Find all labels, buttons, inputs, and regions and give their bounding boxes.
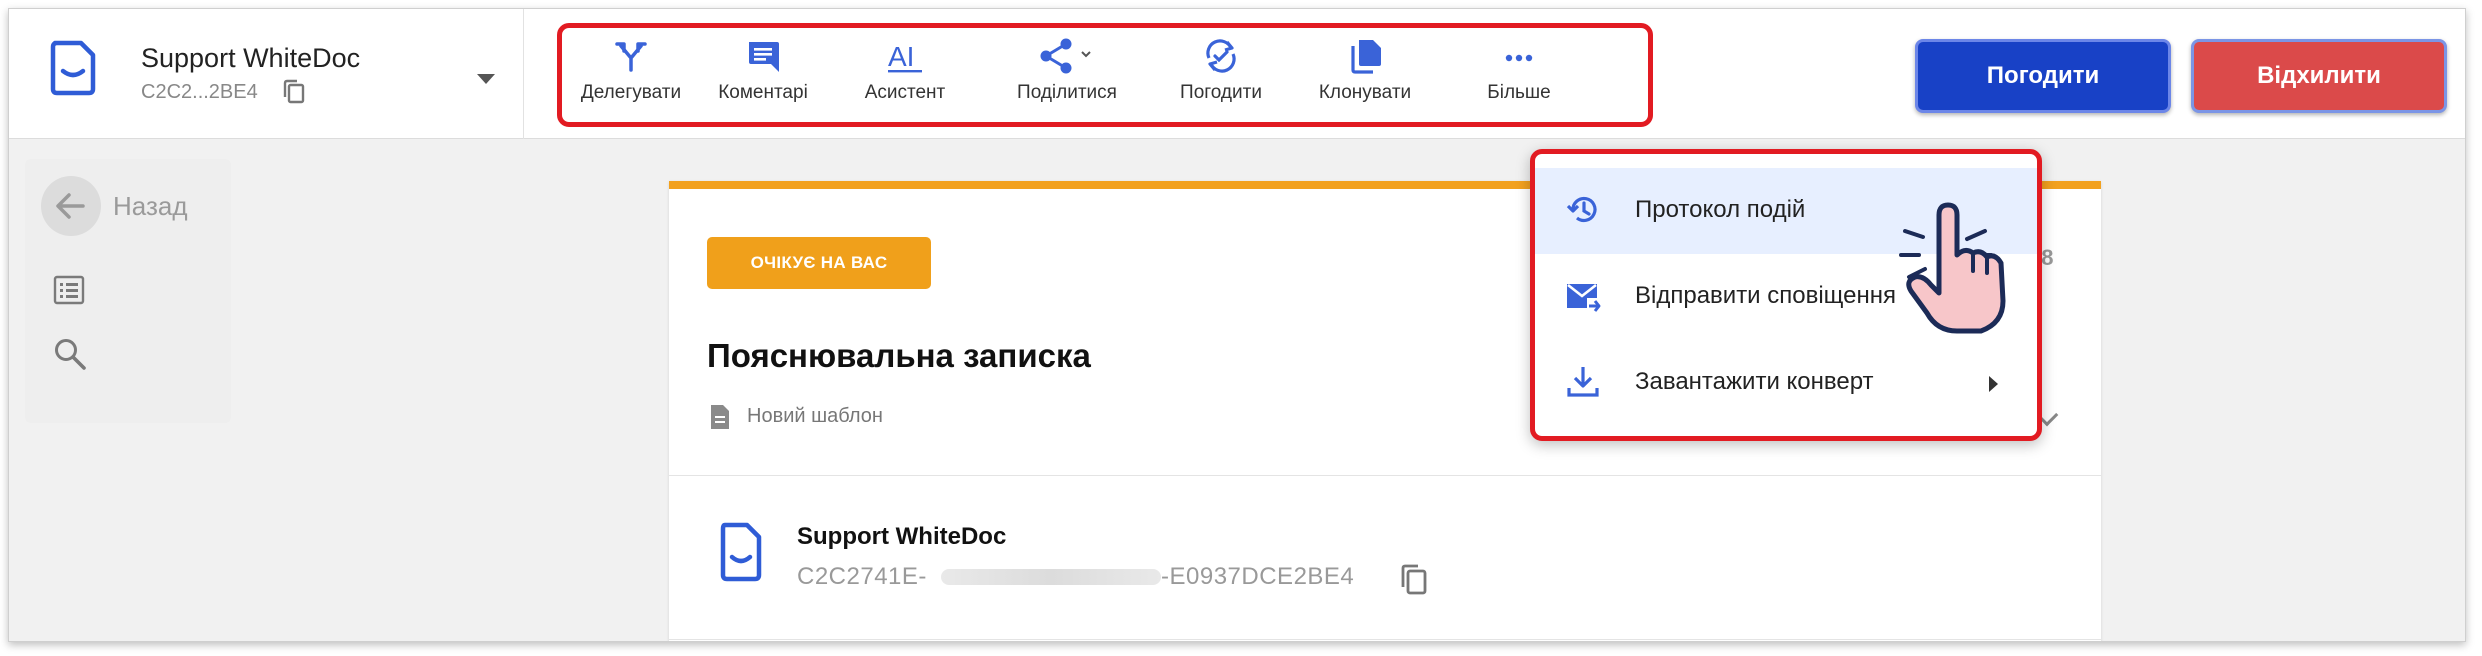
signer-logo-icon xyxy=(720,522,762,582)
back-button[interactable] xyxy=(41,176,101,236)
app-window: Support WhiteDoc C2C2...2BE4 Делегувати xyxy=(8,8,2466,642)
more-label: Більше xyxy=(1487,82,1551,103)
assistant-label: Асистент xyxy=(864,82,946,103)
list-icon[interactable] xyxy=(53,275,85,305)
divider xyxy=(669,475,2101,476)
delegate-button[interactable]: Делегувати xyxy=(572,36,690,116)
clone-button[interactable]: Клонувати xyxy=(1296,36,1434,116)
tap-hand-icon xyxy=(1899,202,2006,334)
template-file-icon xyxy=(711,405,729,429)
approve-tool-button[interactable]: Погодити xyxy=(1162,36,1280,116)
template-label: Новий шаблон xyxy=(747,405,883,427)
copy-icon[interactable] xyxy=(1399,563,1429,597)
ai-assistant-icon: AI xyxy=(888,41,922,73)
share-label: Поділитися xyxy=(1017,82,1117,103)
approve-button[interactable]: Погодити xyxy=(1915,39,2171,113)
chevron-down-icon[interactable] xyxy=(477,74,495,84)
signer-code-end: -E0937DCE2BE4 xyxy=(1161,563,1355,590)
arrow-left-icon xyxy=(56,193,85,219)
delegate-icon xyxy=(615,42,647,72)
back-label[interactable]: Назад xyxy=(113,191,188,222)
document-code: C2C2...2BE4 xyxy=(141,81,258,103)
signer-code-start: C2C2741E- xyxy=(797,563,927,590)
menu-item-label: Завантажити конверт xyxy=(1635,368,1874,395)
search-icon[interactable] xyxy=(53,337,87,371)
approve-tool-label: Погодити xyxy=(1180,82,1262,103)
top-bar: Support WhiteDoc C2C2...2BE4 Делегувати xyxy=(9,9,2465,139)
comments-button[interactable]: Коментарі xyxy=(704,36,822,116)
redacted-code xyxy=(941,569,1161,585)
document-name: Support WhiteDoc xyxy=(141,43,361,73)
status-badge: ОЧІКУЄ НА ВАС xyxy=(707,237,931,289)
comment-icon xyxy=(749,42,779,72)
menu-item-label: Відправити сповіщення xyxy=(1635,282,1897,309)
signer-name: Support WhiteDoc xyxy=(797,523,1007,550)
divider xyxy=(669,639,2101,640)
menu-item-download-envelope[interactable]: Завантажити конверт xyxy=(1535,340,2037,426)
chevron-right-icon xyxy=(1989,376,1998,392)
svg-text:AI: AI xyxy=(888,41,914,72)
document-logo-icon xyxy=(50,40,96,96)
clone-label: Клонувати xyxy=(1318,82,1412,103)
mail-send-icon xyxy=(1567,283,1601,312)
more-icon xyxy=(1505,54,1533,62)
download-icon xyxy=(1567,367,1599,397)
copy-icon[interactable] xyxy=(282,79,306,105)
document-title: Пояснювальна записка xyxy=(707,337,1091,374)
delegate-label: Делегувати xyxy=(580,82,682,103)
assistant-button[interactable]: AI Асистент xyxy=(846,36,964,116)
share-icon xyxy=(1040,38,1091,74)
clone-icon xyxy=(1351,40,1381,74)
approve-sync-icon xyxy=(1206,39,1236,73)
comments-label: Коментарі xyxy=(718,82,808,103)
more-button[interactable]: Більше xyxy=(1460,36,1578,116)
reject-button[interactable]: Відхилити xyxy=(2191,39,2447,113)
history-icon xyxy=(1566,196,1597,223)
action-toolbar: Делегувати Коментарі AI Асистент Поділит… xyxy=(557,23,1653,127)
document-identity[interactable]: Support WhiteDoc C2C2...2BE4 xyxy=(9,9,524,139)
share-button[interactable]: Поділитися xyxy=(988,36,1146,116)
menu-item-label: Протокол подій xyxy=(1635,196,1806,223)
